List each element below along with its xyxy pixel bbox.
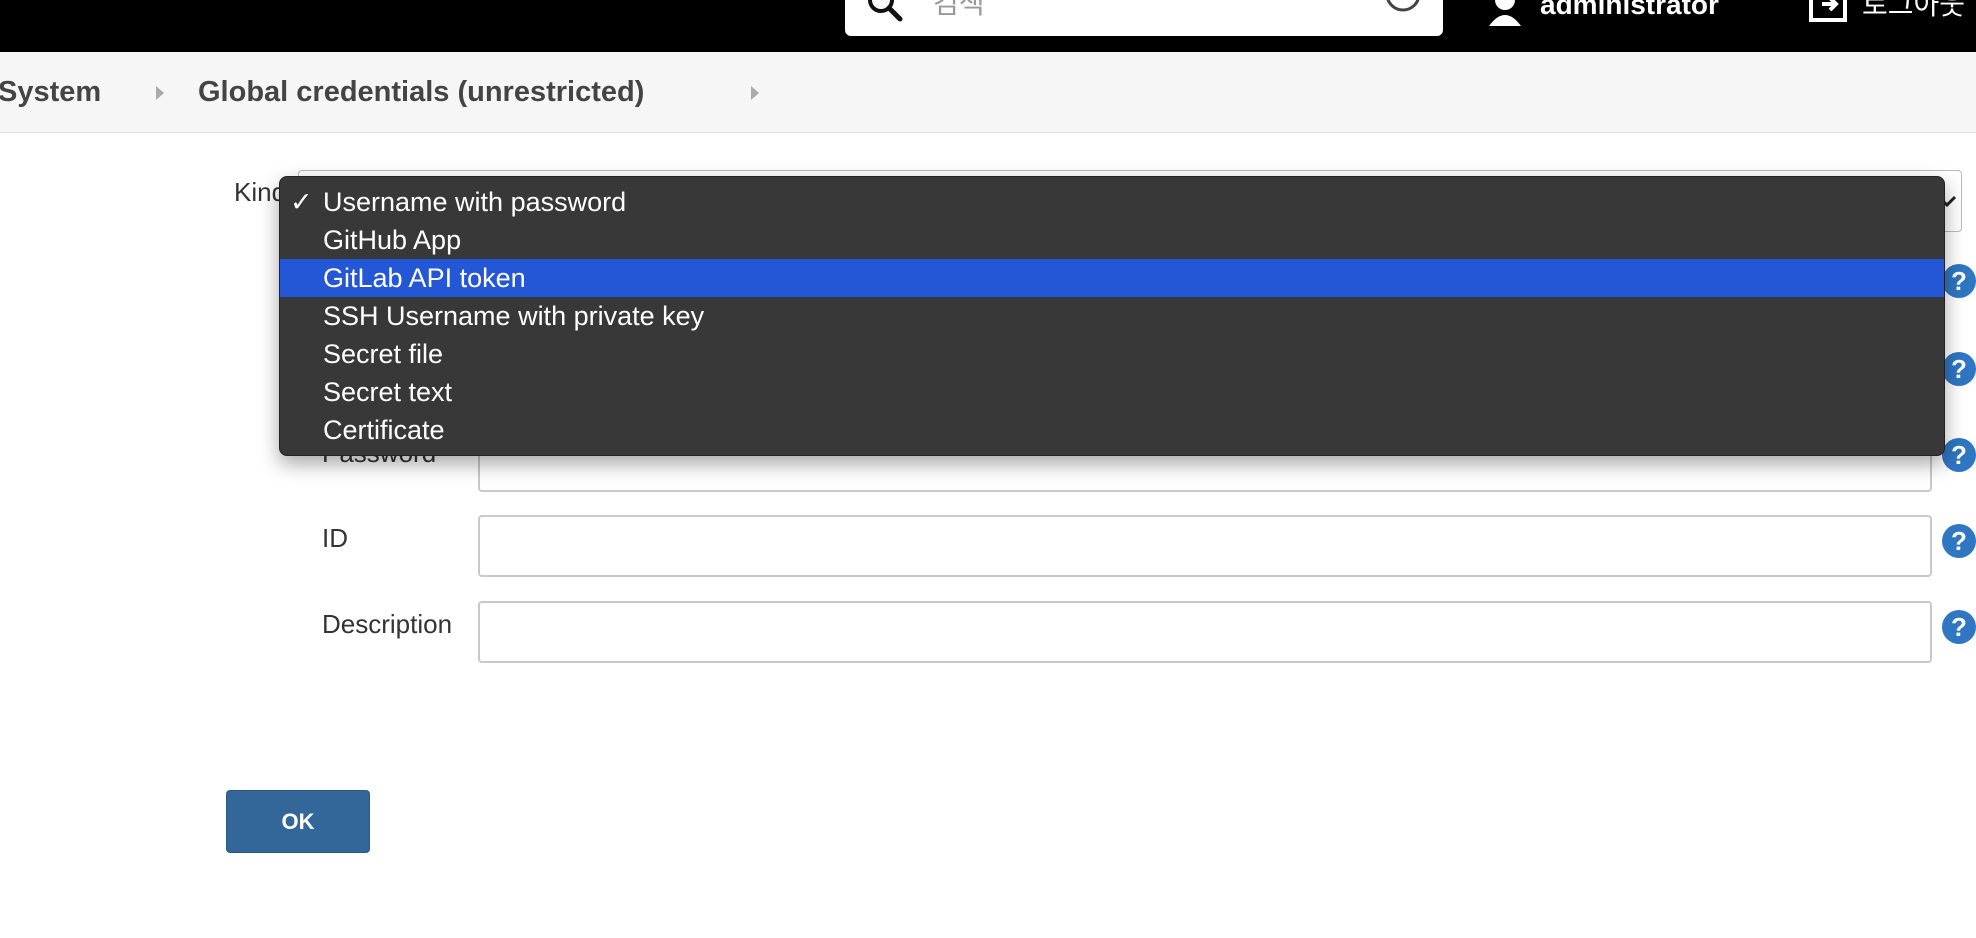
help-icon[interactable]: ? (1942, 524, 1976, 558)
svg-text:?: ? (1951, 612, 1967, 642)
id-label: ID (322, 523, 348, 553)
breadcrumb-item-system[interactable]: System (0, 72, 101, 112)
option-label: Username with password (323, 187, 627, 217)
option-gitlab-api-token[interactable]: GitLab API token (280, 259, 1944, 297)
user-icon[interactable] (1485, 0, 1525, 26)
option-ssh-username-with-private-key[interactable]: SSH Username with private key (280, 297, 1944, 335)
option-label: Secret file (323, 339, 444, 369)
option-label: Secret text (323, 377, 453, 407)
option-label: SSH Username with private key (323, 301, 705, 331)
help-circle-icon[interactable] (1383, 0, 1423, 26)
kind-dropdown-menu: ✓ Username with password GitHub App GitL… (279, 176, 1945, 456)
help-icon[interactable]: ? (1942, 610, 1976, 644)
svg-text:?: ? (1951, 354, 1967, 384)
breadcrumb: System Global credentials (unrestricted) (0, 52, 1976, 133)
user-name-link[interactable]: administrator (1540, 0, 1719, 22)
logout-link[interactable]: 로그아웃 (1862, 0, 1965, 22)
svg-text:?: ? (1951, 266, 1967, 296)
svg-text:?: ? (1951, 440, 1967, 470)
option-username-with-password[interactable]: ✓ Username with password (280, 183, 1944, 221)
description-field[interactable] (478, 601, 1932, 663)
top-bar: 검색 administrator 로그아웃 (0, 0, 1976, 52)
chevron-right-icon (156, 86, 164, 100)
option-secret-file[interactable]: Secret file (280, 335, 1944, 373)
svg-text:?: ? (1951, 526, 1967, 556)
help-icon[interactable]: ? (1942, 438, 1976, 472)
breadcrumb-item-global-credentials[interactable]: Global credentials (unrestricted) (198, 72, 644, 112)
option-secret-text[interactable]: Secret text (280, 373, 1944, 411)
search-input[interactable]: 검색 (933, 0, 985, 22)
help-icon[interactable]: ? (1942, 264, 1976, 298)
option-github-app[interactable]: GitHub App (280, 221, 1944, 259)
logout-icon[interactable] (1808, 0, 1854, 26)
option-label: GitLab API token (323, 263, 526, 293)
ok-button[interactable]: OK (226, 790, 370, 853)
id-field[interactable] (478, 515, 1932, 577)
chevron-right-icon[interactable] (751, 86, 759, 100)
check-icon: ✓ (290, 187, 313, 217)
option-label: Certificate (323, 415, 445, 445)
search-icon (868, 0, 903, 22)
description-label: Description (322, 609, 453, 639)
option-label: GitHub App (323, 225, 462, 255)
search-box[interactable]: 검색 (845, 0, 1443, 36)
help-icon[interactable]: ? (1942, 352, 1976, 386)
option-certificate[interactable]: Certificate (280, 411, 1944, 449)
